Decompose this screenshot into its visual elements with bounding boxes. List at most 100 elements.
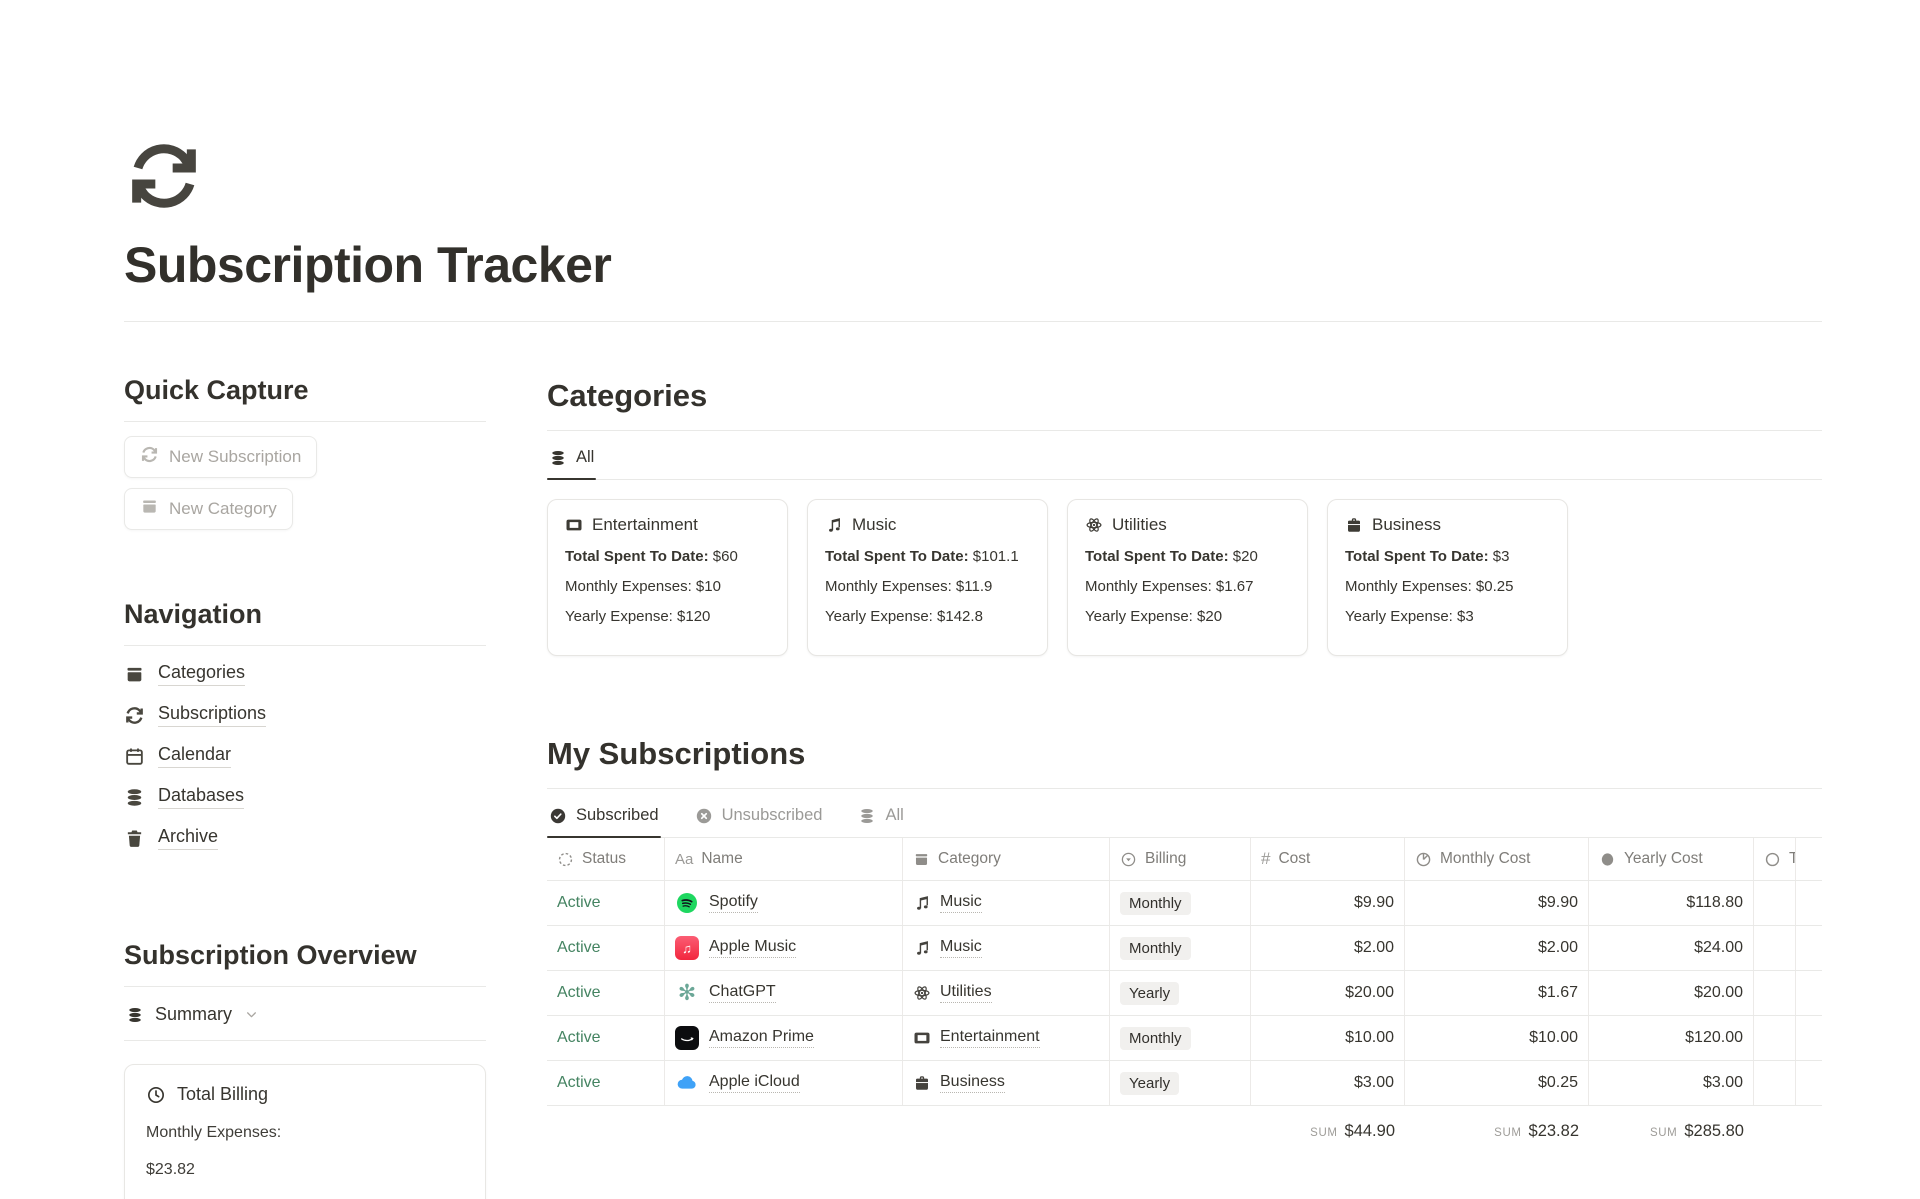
new-subscription-button[interactable]: New Subscription	[124, 436, 317, 478]
outline-circle-icon	[1764, 851, 1781, 868]
status-cell[interactable]: Active	[547, 1061, 665, 1105]
name-cell[interactable]: Spotify	[665, 881, 903, 925]
billing-cell[interactable]: Monthly	[1110, 1016, 1251, 1060]
subscription-link[interactable]: ChatGPT	[709, 983, 776, 1003]
clipped-cell[interactable]	[1754, 1061, 1796, 1105]
nav-label: Subscriptions	[158, 703, 266, 727]
clipped-cell[interactable]	[1754, 881, 1796, 925]
sidebar-item-subscriptions[interactable]: Subscriptions	[124, 703, 486, 727]
subscription-tracker-page: Subscription Tracker Quick Capture New S…	[0, 0, 1920, 1199]
yearly-cost-cell[interactable]: $3.00	[1589, 1061, 1754, 1105]
column-label: T	[1789, 850, 1796, 868]
cost-cell[interactable]: $20.00	[1251, 971, 1405, 1015]
category-cell[interactable]: Entertainment	[903, 1016, 1110, 1060]
yearly-cost-cell[interactable]: $118.80	[1589, 881, 1754, 925]
category-card-entertainment[interactable]: Entertainment Total Spent To Date: $60 M…	[547, 499, 788, 656]
table-row: Active ♫ Apple Music Music Monthly $2.00…	[547, 926, 1822, 971]
category-cell[interactable]: Music	[903, 926, 1110, 970]
status-cell[interactable]: Active	[547, 971, 665, 1015]
billing-cell[interactable]: Yearly	[1110, 1061, 1251, 1105]
category-cell[interactable]: Business	[903, 1061, 1110, 1105]
name-cell[interactable]: ✻ ChatGPT	[665, 971, 903, 1015]
yearly-cost-cell[interactable]: $24.00	[1589, 926, 1754, 970]
sidebar-item-calendar[interactable]: Calendar	[124, 744, 486, 768]
category-link[interactable]: Business	[940, 1073, 1005, 1093]
monthly-cost-cell[interactable]: $0.25	[1405, 1061, 1589, 1105]
monthly-cost-value: $1.67	[1538, 984, 1578, 1002]
cost-cell[interactable]: $10.00	[1251, 1016, 1405, 1060]
billing-tag: Monthly	[1120, 937, 1191, 960]
name-cell[interactable]: Apple iCloud	[665, 1061, 903, 1105]
clipped-cell[interactable]	[1754, 971, 1796, 1015]
status-cell[interactable]: Active	[547, 1016, 665, 1060]
quick-capture-heading: Quick Capture	[124, 375, 486, 406]
cost-cell[interactable]: $2.00	[1251, 926, 1405, 970]
tab-unsubscribed[interactable]: Unsubscribed	[693, 789, 825, 837]
tab-subscribed[interactable]: Subscribed	[547, 789, 661, 837]
status-cell[interactable]: Active	[547, 881, 665, 925]
trash-icon	[124, 828, 145, 849]
billing-tag: Monthly	[1120, 1027, 1191, 1050]
tv-icon	[565, 516, 583, 534]
column-header-monthly-cost[interactable]: Monthly Cost	[1405, 838, 1589, 880]
subscription-link[interactable]: Spotify	[709, 893, 758, 913]
tab-all-categories[interactable]: All	[547, 431, 596, 479]
category-link[interactable]: Entertainment	[940, 1028, 1040, 1048]
monthly-cost-cell[interactable]: $9.90	[1405, 881, 1589, 925]
new-category-button[interactable]: New Category	[124, 488, 293, 530]
category-card-utilities[interactable]: Utilities Total Spent To Date: $20 Month…	[1067, 499, 1308, 656]
cost-cell[interactable]: $3.00	[1251, 1061, 1405, 1105]
subscription-link[interactable]: Apple Music	[709, 938, 796, 958]
category-cell[interactable]: Utilities	[903, 971, 1110, 1015]
sidebar-item-categories[interactable]: Categories	[124, 662, 486, 686]
yearly-cost-cell[interactable]: $120.00	[1589, 1016, 1754, 1060]
apple-icloud-icon	[675, 1071, 699, 1095]
monthly-expenses-value: $1.67	[1216, 578, 1254, 595]
sidebar-item-databases[interactable]: Databases	[124, 785, 486, 809]
monthly-cost-cell[interactable]: $1.67	[1405, 971, 1589, 1015]
billing-cell[interactable]: Monthly	[1110, 881, 1251, 925]
name-cell[interactable]: Amazon Prime	[665, 1016, 903, 1060]
monthly-cost-value: $10.00	[1529, 1029, 1578, 1047]
category-cell[interactable]: Music	[903, 881, 1110, 925]
category-link[interactable]: Music	[940, 938, 982, 958]
refresh-icon	[124, 136, 204, 216]
subscription-link[interactable]: Amazon Prime	[709, 1028, 814, 1048]
monthly-cost-value: $9.90	[1538, 894, 1578, 912]
table-row: Active Spotify Music Monthly $9.90 $9.90…	[547, 881, 1822, 926]
total-billing-title: Total Billing	[177, 1084, 268, 1105]
tab-all-subscriptions[interactable]: All	[856, 789, 905, 837]
category-card-name: Business	[1372, 515, 1441, 535]
category-link[interactable]: Music	[940, 893, 982, 913]
sidebar-item-archive[interactable]: Archive	[124, 826, 486, 850]
clipped-cell[interactable]	[1754, 926, 1796, 970]
column-header-name[interactable]: Aa Name	[665, 838, 903, 880]
monthly-expenses-label: Monthly Expenses:	[1345, 578, 1472, 595]
category-link[interactable]: Utilities	[940, 983, 992, 1003]
billing-cell[interactable]: Monthly	[1110, 926, 1251, 970]
status-cell[interactable]: Active	[547, 926, 665, 970]
column-header-clipped[interactable]: T	[1754, 838, 1796, 880]
category-card-business[interactable]: Business Total Spent To Date: $3 Monthly…	[1327, 499, 1568, 656]
yearly-cost-value: $120.00	[1685, 1029, 1743, 1047]
category-card-music[interactable]: Music Total Spent To Date: $101.1 Monthl…	[807, 499, 1048, 656]
total-billing-card[interactable]: Total Billing Monthly Expenses: $23.82 Y…	[124, 1064, 486, 1199]
summary-view-selector[interactable]: Summary	[124, 987, 486, 1040]
yearly-cost-sum[interactable]: SUM $285.80	[1589, 1106, 1754, 1141]
column-header-yearly-cost[interactable]: Yearly Cost	[1589, 838, 1754, 880]
clipped-cell[interactable]	[1754, 1016, 1796, 1060]
column-header-status[interactable]: Status	[547, 838, 665, 880]
column-header-category[interactable]: Category	[903, 838, 1110, 880]
nav-label: Calendar	[158, 744, 231, 768]
column-header-billing[interactable]: Billing	[1110, 838, 1251, 880]
subscription-link[interactable]: Apple iCloud	[709, 1073, 800, 1093]
yearly-cost-cell[interactable]: $20.00	[1589, 971, 1754, 1015]
column-header-cost[interactable]: # Cost	[1251, 838, 1405, 880]
name-cell[interactable]: ♫ Apple Music	[665, 926, 903, 970]
cost-cell[interactable]: $9.90	[1251, 881, 1405, 925]
monthly-cost-cell[interactable]: $10.00	[1405, 1016, 1589, 1060]
monthly-cost-cell[interactable]: $2.00	[1405, 926, 1589, 970]
cost-sum[interactable]: SUM $44.90	[1251, 1106, 1405, 1141]
monthly-cost-sum[interactable]: SUM $23.82	[1405, 1106, 1589, 1141]
billing-cell[interactable]: Yearly	[1110, 971, 1251, 1015]
